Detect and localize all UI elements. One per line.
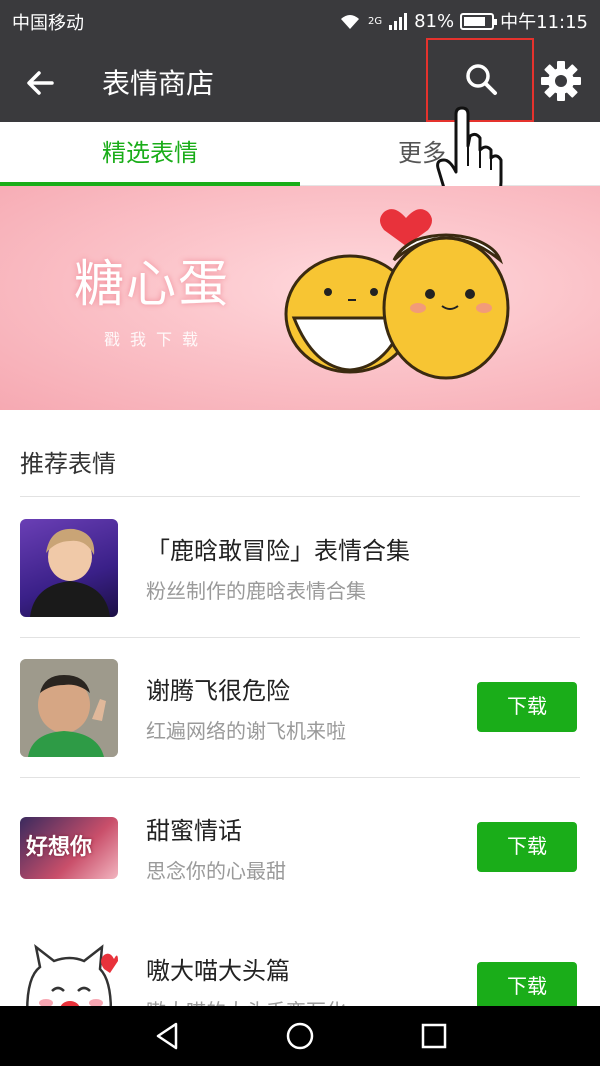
section-title: 推荐表情: [20, 450, 116, 478]
recents-square-icon[interactable]: [418, 1020, 450, 1052]
sticker-thumbnail: [20, 659, 118, 757]
banner-subtitle: 戳我下载: [104, 330, 209, 349]
item-title: 「鹿晗敢冒险」表情合集: [146, 537, 410, 565]
status-icons: 2G 81% 中午11:15: [338, 8, 588, 34]
battery-percent: 81%: [414, 10, 455, 32]
app-bar: 表情商店: [0, 38, 600, 122]
battery-icon: [460, 12, 498, 30]
list-item[interactable]: 「鹿晗敢冒险」表情合集 粉丝制作的鹿晗表情合集: [0, 497, 600, 637]
sticker-thumbnail: [20, 519, 118, 617]
item-title: 嗷大喵大头篇: [146, 957, 290, 985]
sticker-thumbnail: 好想你: [20, 817, 118, 879]
promo-banner[interactable]: 糖心蛋 戳我下载: [0, 186, 600, 410]
status-bar: 中国移动 2G 81% 中午11:15: [0, 0, 600, 42]
banner-title: 糖心蛋: [74, 255, 230, 313]
system-nav-bar: [0, 1006, 600, 1066]
gear-icon[interactable]: [540, 60, 582, 102]
download-button[interactable]: 下载: [477, 822, 577, 872]
item-description: 红遍网络的谢飞机来啦: [146, 719, 346, 743]
tab-featured-stickers[interactable]: 精选表情: [0, 122, 300, 186]
item-title: 甜蜜情话: [146, 817, 242, 845]
clock: 中午11:15: [500, 12, 588, 33]
carrier-label: 中国移动: [12, 13, 84, 34]
home-circle-icon[interactable]: [284, 1020, 316, 1052]
wifi-icon: [340, 15, 359, 29]
list-item[interactable]: 谢腾飞很危险 红遍网络的谢飞机来啦 下载: [0, 637, 600, 777]
item-description: 粉丝制作的鹿晗表情合集: [146, 579, 366, 603]
download-button[interactable]: 下载: [477, 962, 577, 1012]
back-triangle-icon[interactable]: [152, 1020, 184, 1052]
download-button[interactable]: 下载: [477, 682, 577, 732]
back-arrow-icon[interactable]: [22, 64, 60, 102]
egg-characters-illustration: [284, 209, 510, 380]
thumbnail-caption: 好想你: [26, 835, 93, 860]
tab-bar: 精选表情 更多: [0, 122, 600, 186]
item-description: 思念你的心最甜: [146, 859, 286, 883]
search-icon: [466, 64, 497, 95]
network-type: 2G: [367, 15, 383, 27]
page-title: 表情商店: [102, 67, 215, 100]
signal-icon: [389, 13, 408, 30]
item-title: 谢腾飞很危险: [146, 677, 290, 705]
list-item[interactable]: 好想你 甜蜜情话 思念你的心最甜 下载: [0, 777, 600, 917]
